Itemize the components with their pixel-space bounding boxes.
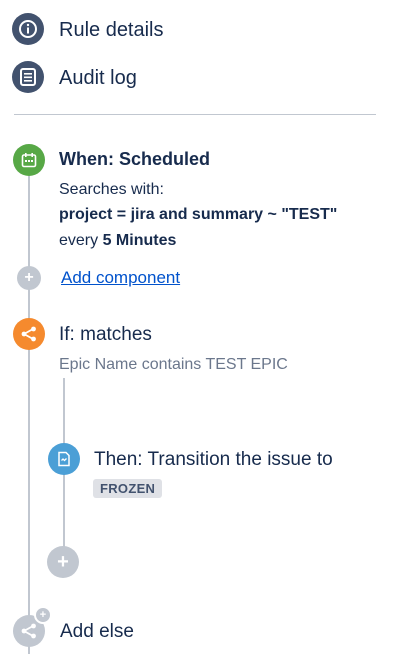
status-lozenge: FROZEN bbox=[93, 479, 163, 498]
audit-log-link[interactable]: Audit log bbox=[59, 67, 137, 90]
trigger-node[interactable] bbox=[13, 144, 45, 176]
info-icon bbox=[19, 20, 37, 38]
condition-node[interactable] bbox=[13, 318, 45, 350]
calendar-icon bbox=[21, 153, 37, 168]
action-status: FROZEN bbox=[93, 479, 163, 498]
branch-icon bbox=[21, 623, 36, 639]
trigger-every-value: 5 Minutes bbox=[102, 232, 177, 249]
trigger-schedule: every 5 Minutes bbox=[59, 232, 176, 250]
document-icon bbox=[58, 451, 70, 467]
trigger-searches-label: Searches with: bbox=[59, 181, 164, 198]
audit-log-icon bbox=[20, 68, 36, 86]
trigger-query: project = jira and summary ~ "TEST" bbox=[59, 206, 338, 223]
condition-title[interactable]: If: matches bbox=[59, 324, 152, 346]
rule-details-link[interactable]: Rule details bbox=[59, 19, 164, 42]
branch-icon bbox=[21, 326, 36, 342]
condition-detail: Epic Name contains TEST EPIC bbox=[59, 356, 288, 373]
main-connector-line bbox=[28, 176, 30, 654]
divider bbox=[14, 114, 376, 115]
trigger-every-prefix: every bbox=[59, 232, 99, 249]
rule-details-item[interactable] bbox=[12, 13, 44, 45]
add-component-icon[interactable]: + bbox=[17, 266, 41, 290]
audit-log-item[interactable] bbox=[12, 61, 44, 93]
trigger-title[interactable]: When: Scheduled bbox=[59, 149, 210, 170]
add-component-link[interactable]: Add component bbox=[61, 268, 180, 288]
action-title[interactable]: Then: Transition the issue to bbox=[94, 449, 333, 471]
plus-badge-icon: + bbox=[34, 606, 52, 624]
add-else-label[interactable]: Add else bbox=[60, 621, 134, 643]
add-action-button[interactable]: + bbox=[47, 546, 79, 578]
action-node[interactable] bbox=[48, 443, 80, 475]
